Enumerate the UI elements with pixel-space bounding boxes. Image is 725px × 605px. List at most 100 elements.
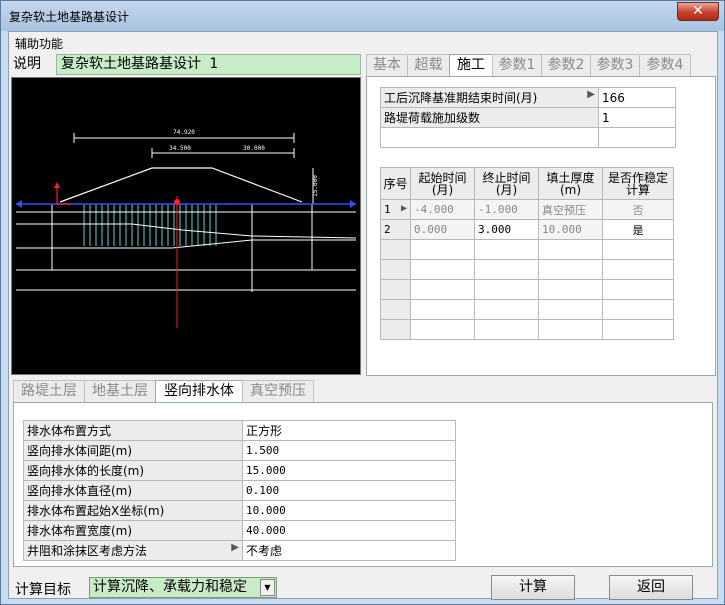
settlement-period-label: 工后沉降基准期结束时间(月) ▶	[380, 87, 599, 108]
tab-basic[interactable]: 基本	[366, 54, 408, 76]
drain-length-value[interactable]: 15.000	[242, 460, 456, 481]
table-row	[380, 239, 674, 260]
table-row: 竖向排水体直径(m) 0.100	[23, 480, 456, 501]
empty-value-cell[interactable]	[598, 127, 676, 148]
tab-param2[interactable]: 参数2	[541, 54, 591, 76]
row-pointer-icon: ▶	[400, 203, 407, 214]
stage-start-cell[interactable]: -4.000	[410, 199, 475, 220]
table-row: 工后沉降基准期结束时间(月) ▶ 166	[380, 87, 676, 108]
drain-diameter-label: 竖向排水体直径(m)	[23, 480, 243, 501]
table-row: 竖向排水体的长度(m) 15.000	[23, 460, 456, 481]
description-label: 说明	[13, 56, 41, 72]
tab-vertical-drains[interactable]: 竖向排水体	[155, 380, 243, 403]
well-resistance-label: 井阻和涂抹区考虑方法 ▶	[23, 540, 243, 561]
table-row: 排水体布置方式 正方形	[23, 420, 456, 441]
stage-row-number[interactable]: 2	[380, 219, 411, 240]
col-header-fill: 填土厚度(m)	[538, 167, 603, 200]
menu-item-aux[interactable]: 辅助功能	[15, 35, 63, 52]
main-window: 复杂软土地基路基设计 ✕ 辅助功能 说明 复杂软土地基路基设计 1 74.920	[0, 0, 725, 605]
drain-length-label: 竖向排水体的长度(m)	[23, 460, 243, 481]
stage-stability-cell[interactable]: 是	[602, 219, 674, 240]
table-row: 排水体布置起始X坐标(m) 10.000	[23, 500, 456, 521]
drain-diameter-value[interactable]: 0.100	[242, 480, 456, 501]
drain-spacing-label: 竖向排水体间距(m)	[23, 440, 243, 461]
table-row: 井阻和涂抹区考虑方法 ▶ 不考虑	[23, 540, 456, 561]
description-field[interactable]: 复杂软土地基路基设计 1	[56, 54, 361, 75]
tab-embankment-layers[interactable]: 路堤土层	[13, 380, 85, 402]
drainage-table: 排水体布置方式 正方形 竖向排水体间距(m) 1.500 竖向排水体的长度(m)…	[23, 420, 456, 561]
tab-param1[interactable]: 参数1	[492, 54, 542, 76]
dim-left-label: 34.500	[169, 145, 191, 152]
table-row: 排水体布置宽度(m) 40.000	[23, 520, 456, 541]
stage-fill-cell[interactable]: 真空预压	[538, 199, 603, 220]
stage-row-number[interactable]: 1 ▶	[380, 199, 411, 220]
table-row	[380, 319, 674, 340]
target-select[interactable]: 计算沉降、承载力和稳定 ▼	[89, 577, 277, 598]
drain-layout-label: 排水体布置方式	[23, 420, 243, 441]
col-header-no: 序号	[380, 167, 411, 200]
load-stages-input[interactable]: 1	[598, 107, 676, 128]
window-title: 复杂软土地基路基设计	[9, 10, 130, 24]
embankment-outline	[59, 167, 303, 203]
load-stage-table: 序号 起始时间(月) 终止时间(月) 填土厚度(m) 是否作稳定计算 1 ▶ -4…	[380, 167, 674, 340]
close-button[interactable]: ✕	[677, 2, 719, 21]
col-header-end: 终止时间(月)	[474, 167, 539, 200]
stage-start-cell[interactable]: 0.000	[410, 219, 475, 240]
col-header-stability: 是否作稳定计算	[602, 167, 674, 200]
dimension-left: 34.500	[151, 145, 212, 158]
dimension-right: 30.000	[212, 145, 295, 158]
target-select-value: 计算沉降、承载力和稳定	[93, 579, 247, 595]
table-header-row: 序号 起始时间(月) 终止时间(月) 填土厚度(m) 是否作稳定计算	[380, 167, 674, 200]
table-row	[380, 127, 676, 148]
section-svg: 74.920 34.500 30.000 15.000	[16, 129, 357, 328]
title-bar: 复杂软土地基路基设计 ✕	[1, 1, 724, 31]
construction-panel: 工后沉降基准期结束时间(月) ▶ 166 路堤荷载施加级数 1 序号 起始时间(月…	[366, 76, 716, 376]
tab-param3[interactable]: 参数3	[590, 54, 640, 76]
drain-spacing-value[interactable]: 1.500	[242, 440, 456, 461]
row-pointer-icon: ▶	[231, 542, 239, 553]
drain-width-value[interactable]: 40.000	[242, 520, 456, 541]
vertical-drains	[83, 204, 217, 246]
table-row	[380, 299, 674, 320]
table-row: 1 ▶ -4.000 -1.000 真空预压 否	[380, 199, 674, 220]
table-row	[380, 279, 674, 300]
drain-start-x-label: 排水体布置起始X坐标(m)	[23, 500, 243, 521]
table-row: 2 0.000 3.000 10.000 是	[380, 219, 674, 240]
calculate-button[interactable]: 计算	[491, 575, 575, 600]
construction-settings-table: 工后沉降基准期结束时间(月) ▶ 166 路堤荷载施加级数 1	[380, 87, 676, 148]
col-header-start: 起始时间(月)	[410, 167, 475, 200]
table-row	[380, 259, 674, 280]
dimension-total: 74.920	[73, 129, 295, 143]
dim-right-label: 30.000	[243, 145, 265, 152]
drain-layout-value[interactable]: 正方形	[242, 420, 456, 441]
tab-vacuum-preload[interactable]: 真空预压	[242, 380, 314, 402]
target-label: 计算目标	[15, 582, 71, 598]
menu-bar: 辅助功能	[9, 32, 717, 51]
dim-total-label: 74.920	[173, 129, 195, 136]
tab-overload[interactable]: 超载	[407, 54, 450, 76]
dimension-height: 15.000	[312, 168, 319, 204]
tab-foundation-layers[interactable]: 地基土层	[84, 380, 156, 402]
empty-label-cell	[380, 127, 599, 148]
drain-start-x-value[interactable]: 10.000	[242, 500, 456, 521]
dim-height-label: 15.000	[312, 175, 319, 197]
row-pointer-icon: ▶	[587, 89, 595, 100]
load-stages-label: 路堤荷载施加级数	[380, 107, 599, 128]
drain-width-label: 排水体布置宽度(m)	[23, 520, 243, 541]
well-resistance-value[interactable]: 不考虑	[242, 540, 456, 561]
section-drawing: 74.920 34.500 30.000 15.000	[11, 77, 361, 375]
back-button[interactable]: 返回	[609, 575, 693, 600]
client-area: 辅助功能 说明 复杂软土地基路基设计 1 74.920 34.500 30.00…	[8, 31, 718, 600]
center-point	[174, 199, 180, 205]
tab-param4[interactable]: 参数4	[639, 54, 691, 76]
stage-end-cell[interactable]: 3.000	[474, 219, 539, 240]
chevron-down-icon[interactable]: ▼	[260, 579, 275, 596]
stage-end-cell[interactable]: -1.000	[474, 199, 539, 220]
table-row: 竖向排水体间距(m) 1.500	[23, 440, 456, 461]
stage-stability-cell[interactable]: 否	[602, 199, 674, 220]
tab-construction[interactable]: 施工	[449, 54, 493, 77]
table-row: 路堤荷载施加级数 1	[380, 107, 676, 128]
stage-fill-cell[interactable]: 10.000	[538, 219, 603, 240]
y-axis-arrow	[54, 182, 60, 188]
settlement-period-input[interactable]: 166	[598, 87, 676, 108]
